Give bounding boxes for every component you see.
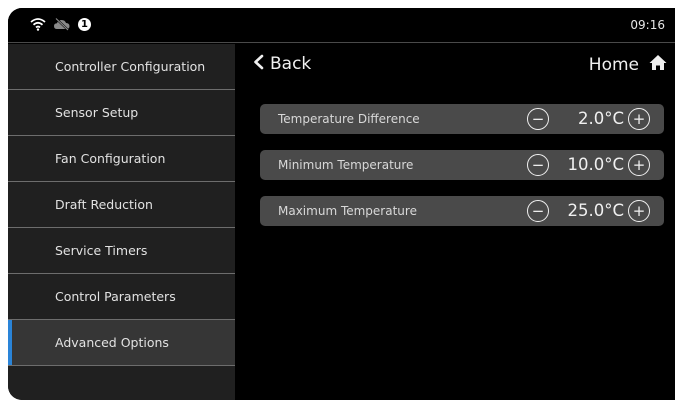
- back-button[interactable]: Back: [252, 54, 311, 74]
- increase-button[interactable]: +: [628, 108, 650, 130]
- divider: [8, 365, 235, 366]
- sidebar-item-label: Fan Configuration: [55, 151, 166, 166]
- setting-row-minimum-temperature: Minimum Temperature − 10.0°C +: [260, 150, 664, 180]
- sidebar-item-label: Control Parameters: [55, 289, 176, 304]
- sidebar-item-sensor-setup[interactable]: Sensor Setup: [8, 90, 235, 136]
- active-indicator: [8, 320, 12, 366]
- status-icons: 1: [30, 17, 91, 31]
- setting-value: 10.0°C: [567, 155, 624, 174]
- home-button[interactable]: Home: [589, 54, 667, 75]
- device-screen: 1 09:16 Controller Configuration Sensor …: [8, 8, 675, 400]
- increase-button[interactable]: +: [628, 200, 650, 222]
- cloud-off-icon: [53, 17, 71, 31]
- sidebar-item-draft-reduction[interactable]: Draft Reduction: [8, 182, 235, 228]
- sidebar-item-controller-configuration[interactable]: Controller Configuration: [8, 44, 235, 90]
- setting-row-temperature-difference: Temperature Difference − 2.0°C +: [260, 104, 664, 134]
- sidebar-item-label: Advanced Options: [55, 335, 169, 350]
- sidebar-item-label: Sensor Setup: [55, 105, 139, 120]
- decrease-button[interactable]: −: [527, 154, 549, 176]
- alert-badge-icon: 1: [78, 17, 91, 31]
- sidebar-item-label: Controller Configuration: [55, 59, 206, 74]
- setting-value: 2.0°C: [577, 109, 624, 128]
- home-label: Home: [588, 54, 639, 75]
- sidebar-item-label: Service Timers: [55, 243, 148, 258]
- decrease-button[interactable]: −: [527, 108, 549, 130]
- setting-label: Minimum Temperature: [278, 158, 414, 172]
- setting-label: Temperature Difference: [278, 112, 420, 126]
- clock: 09:16: [630, 18, 665, 32]
- setting-label: Maximum Temperature: [278, 204, 417, 218]
- sidebar-item-fan-configuration[interactable]: Fan Configuration: [8, 136, 235, 182]
- back-label: Back: [270, 54, 312, 74]
- home-icon: [649, 54, 667, 75]
- sidebar-item-service-timers[interactable]: Service Timers: [8, 228, 235, 274]
- decrease-button[interactable]: −: [527, 200, 549, 222]
- setting-value: 25.0°C: [567, 201, 624, 220]
- sidebar-item-control-parameters[interactable]: Control Parameters: [8, 274, 235, 320]
- status-bar: 1 09:16: [8, 8, 675, 43]
- sidebar-item-advanced-options[interactable]: Advanced Options: [8, 320, 235, 366]
- increase-button[interactable]: +: [628, 154, 650, 176]
- wifi-icon: [30, 17, 46, 31]
- chevron-left-icon: [252, 54, 264, 74]
- main-panel: Back Home Temperature Difference − 2.0°C…: [235, 44, 675, 400]
- sidebar: Controller Configuration Sensor Setup Fa…: [8, 44, 235, 400]
- sidebar-item-label: Draft Reduction: [55, 197, 153, 212]
- setting-row-maximum-temperature: Maximum Temperature − 25.0°C +: [260, 196, 664, 226]
